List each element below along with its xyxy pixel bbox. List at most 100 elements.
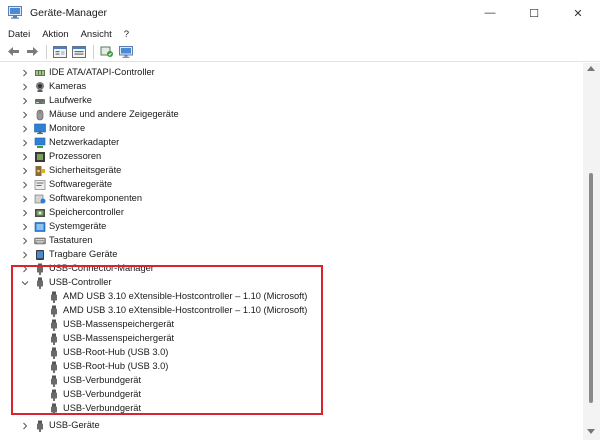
chevron-right-icon[interactable]	[21, 97, 29, 105]
device-manager-icon	[8, 6, 22, 19]
cpu-icon	[35, 152, 45, 162]
tree-item-label: Systemgeräte	[49, 221, 107, 231]
monitor-icon	[119, 45, 133, 58]
tree-item-label: Prozessoren	[49, 151, 102, 161]
usb-icon	[37, 420, 43, 432]
chevron-down-icon[interactable]	[21, 279, 29, 287]
drive-icon	[35, 99, 45, 104]
tree-child-label: USB-Verbundgerät	[63, 389, 142, 399]
chevron-right-icon[interactable]	[21, 83, 29, 91]
tree-item-label: Sicherheitsgeräte	[49, 165, 122, 175]
monitor-icon	[34, 123, 46, 135]
window-title: Geräte-Manager	[30, 7, 108, 19]
scroll-up-icon[interactable]	[587, 66, 595, 71]
tree-item-label: Softwarekomponenten	[49, 193, 143, 203]
chevron-right-icon[interactable]	[21, 181, 29, 189]
scan-hardware-button[interactable]	[98, 43, 116, 61]
tree-child-label: USB-Verbundgerät	[63, 403, 142, 413]
tree-item-label: Netzwerkadapter	[49, 137, 120, 147]
menu-datei[interactable]: Datei	[8, 29, 30, 40]
tree-child-label: AMD USB 3.10 eXtensible-Hostcontroller –…	[63, 291, 308, 301]
forward-arrow-icon	[26, 47, 38, 56]
usb-icon	[51, 291, 57, 303]
show-hidden-button[interactable]	[70, 43, 88, 61]
usb-icon	[51, 389, 57, 401]
tree-item-label: Mäuse und andere Zeigegeräte	[49, 109, 179, 119]
network-icon	[34, 137, 46, 148]
usb-icon	[51, 319, 57, 331]
minimize-icon: —	[484, 7, 496, 19]
tree-item-label: Tastaturen	[49, 235, 93, 245]
mouse-icon	[36, 109, 44, 121]
system-device-icon	[34, 222, 46, 232]
camera-icon	[36, 82, 44, 92]
chevron-right-icon[interactable]	[21, 195, 29, 203]
tree-item-label: Speichercontroller	[49, 207, 124, 217]
tree-item-label: Monitore	[49, 123, 86, 133]
usb-icon	[37, 277, 43, 289]
menu-bar: Datei Aktion Ansicht ?	[0, 26, 600, 42]
maximize-button[interactable]: ☐	[512, 0, 556, 26]
toolbar-separator	[46, 44, 47, 59]
tree-item-label: IDE ATA/ATAPI-Controller	[49, 67, 155, 77]
usb-icon	[51, 333, 57, 345]
monitor-button[interactable]	[117, 43, 135, 61]
tree-item-label: USB-Geräte	[49, 420, 100, 430]
toolbar-separator	[93, 44, 94, 59]
menu-help[interactable]: ?	[124, 29, 129, 40]
tree-child-label: USB-Root-Hub (USB 3.0)	[63, 347, 169, 357]
tree-child-label: AMD USB 3.10 eXtensible-Hostcontroller –…	[63, 305, 308, 315]
close-button[interactable]: ✕	[556, 0, 600, 26]
chevron-right-icon[interactable]	[21, 422, 29, 430]
tree-item-label: Laufwerke	[49, 95, 92, 105]
chevron-right-icon[interactable]	[21, 223, 29, 231]
software-device-icon	[34, 180, 46, 190]
chevron-right-icon[interactable]	[21, 209, 29, 217]
usb-icon	[51, 305, 57, 317]
portable-device-icon	[36, 250, 44, 260]
title-bar: Geräte-Manager — ☐ ✕	[0, 0, 600, 26]
device-tree[interactable]: IDE ATA/ATAPI-Controller Kameras Laufwer…	[0, 63, 583, 440]
usb-icon	[51, 375, 57, 387]
scroll-thumb[interactable]	[589, 173, 593, 403]
usb-icon	[51, 361, 57, 373]
tree-child-label: USB-Verbundgerät	[63, 375, 142, 385]
chevron-right-icon[interactable]	[21, 125, 29, 133]
chevron-right-icon[interactable]	[21, 69, 29, 77]
tree-item-label: USB-Controller	[49, 277, 112, 287]
properties-icon	[53, 45, 67, 58]
chevron-right-icon[interactable]	[21, 111, 29, 119]
close-icon: ✕	[573, 7, 583, 20]
chevron-right-icon[interactable]	[21, 167, 29, 175]
usb-icon	[51, 403, 57, 415]
back-button[interactable]	[4, 43, 22, 61]
usb-icon	[51, 347, 57, 359]
chevron-right-icon[interactable]	[21, 265, 29, 273]
software-component-icon	[34, 194, 46, 204]
chevron-right-icon[interactable]	[21, 251, 29, 259]
menu-aktion[interactable]: Aktion	[42, 29, 68, 40]
minimize-button[interactable]: —	[468, 0, 512, 26]
keyboard-icon	[34, 237, 46, 245]
properties-button[interactable]	[51, 43, 69, 61]
usb-icon	[37, 263, 43, 275]
tree-child-label: USB-Root-Hub (USB 3.0)	[63, 361, 169, 371]
tree-child-label: USB-Massenspeichergerät	[63, 319, 175, 329]
tree-item-label: Tragbare Geräte	[49, 249, 118, 259]
scan-hardware-icon	[100, 46, 113, 57]
back-arrow-icon	[7, 47, 19, 56]
vertical-scrollbar[interactable]	[583, 63, 600, 440]
storage-controller-icon	[35, 209, 45, 217]
chevron-right-icon[interactable]	[21, 139, 29, 147]
tree-item-label: USB-Connector-Manager	[49, 263, 154, 273]
device-list-icon	[72, 45, 86, 58]
forward-button[interactable]	[23, 43, 41, 61]
chevron-right-icon[interactable]	[21, 153, 29, 161]
menu-ansicht[interactable]: Ansicht	[81, 29, 112, 40]
tree-child-label: USB-Massenspeichergerät	[63, 333, 175, 343]
toolbar	[0, 42, 600, 62]
ide-icon	[35, 70, 45, 76]
scroll-down-icon[interactable]	[587, 429, 595, 434]
maximize-icon: ☐	[529, 7, 539, 20]
chevron-right-icon[interactable]	[21, 237, 29, 245]
